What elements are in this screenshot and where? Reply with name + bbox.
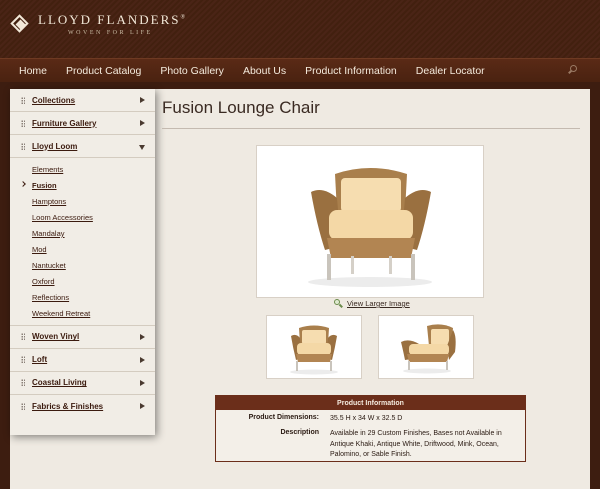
site-header: LLOYD FLANDERS® WOVEN FOR LIFE [0,0,600,58]
product-thumbnail[interactable] [378,315,474,379]
nav-photo-gallery[interactable]: Photo Gallery [160,65,224,77]
grip-icon [21,333,25,341]
sidebar-subitem-nantucket[interactable]: Nantucket [10,258,155,274]
view-larger-image-link[interactable]: View Larger Image [334,299,410,308]
sidebar-item-coastal-living[interactable]: Coastal Living [10,372,155,395]
sidebar: Collections Furniture Gallery Lloyd Loom… [10,89,155,435]
sidebar-subitem-mod[interactable]: Mod [10,241,155,257]
table-row: Product Dimensions: 35.5 H x 34 W x 32.5… [216,414,527,426]
description-value: Available in 29 Custom Finishes, Bases n… [330,430,502,458]
sidebar-item-lloyd-loom[interactable]: Lloyd Loom [10,135,155,158]
sidebar-item-woven-vinyl[interactable]: Woven Vinyl [10,326,155,349]
nav-product-information[interactable]: Product Information [305,65,397,77]
grip-icon [21,379,25,387]
grip-icon [21,96,25,104]
nav-home[interactable]: Home [19,65,47,77]
nav-about-us[interactable]: About Us [243,65,286,77]
sidebar-subitem-oxford[interactable]: Oxford [10,274,155,290]
sidebar-item-fabrics-finishes[interactable]: Fabrics & Finishes [10,395,155,418]
logo-diamond-icon [10,14,30,34]
chevron-right-icon [20,181,26,187]
sidebar-subitem-loom-accessories[interactable]: Loom Accessories [10,209,155,225]
sidebar-sublist-lloyd-loom: Elements Fusion Hamptons Loom Accessorie… [10,158,155,326]
arrow-right-icon [140,120,145,126]
description-label: Description [280,429,319,436]
dimensions-value: 35.5 H x 34 W x 32.5 D [330,415,403,422]
table-row: Description Available in 29 Custom Finis… [216,429,527,463]
sidebar-subitem-mandalay[interactable]: Mandalay [10,225,155,241]
sidebar-item-loft[interactable]: Loft [10,349,155,372]
nav-product-catalog[interactable]: Product Catalog [66,65,141,77]
main-panel: Collections Furniture Gallery Lloyd Loom… [10,89,590,489]
sidebar-subitem-weekend-retreat[interactable]: Weekend Retreat [10,306,155,322]
sidebar-item-furniture-gallery[interactable]: Furniture Gallery [10,112,155,135]
arrow-right-icon [140,356,145,363]
product-info-heading: Product Information [216,396,525,410]
magnifier-icon [334,299,343,308]
main-nav: Home Product Catalog Photo Gallery About… [0,58,600,82]
search-icon[interactable] [568,65,578,75]
brand-tagline: WOVEN FOR LIFE [68,30,153,36]
arrow-right-icon [140,402,145,409]
grip-icon [21,119,25,127]
arrow-right-icon [140,333,145,340]
brand-logo[interactable]: LLOYD FLANDERS® WOVEN FOR LIFE [10,12,187,36]
arrow-down-icon [139,145,145,150]
brand-name: LLOYD FLANDERS® [38,12,188,27]
grip-icon [21,142,25,150]
sidebar-subitem-fusion[interactable]: Fusion [10,177,155,193]
product-thumbnail[interactable] [266,315,362,379]
grip-icon [21,402,25,410]
arrow-right-icon [140,97,145,103]
arrow-right-icon [140,379,145,386]
product-main-image[interactable] [256,145,484,298]
dimensions-label: Product Dimensions: [248,414,319,421]
title-divider [162,128,580,129]
page-title: Fusion Lounge Chair [162,98,320,117]
nav-dealer-locator[interactable]: Dealer Locator [416,65,485,77]
grip-icon [21,356,25,364]
sidebar-subitem-reflections[interactable]: Reflections [10,290,155,306]
sidebar-subitem-elements[interactable]: Elements [10,161,155,177]
sidebar-item-collections[interactable]: Collections [10,89,155,112]
sidebar-subitem-hamptons[interactable]: Hamptons [10,193,155,209]
product-info-table: Product Information Product Dimensions: … [215,395,526,462]
product-content: Fusion Lounge Chair View Larger Image Pr… [162,89,580,489]
